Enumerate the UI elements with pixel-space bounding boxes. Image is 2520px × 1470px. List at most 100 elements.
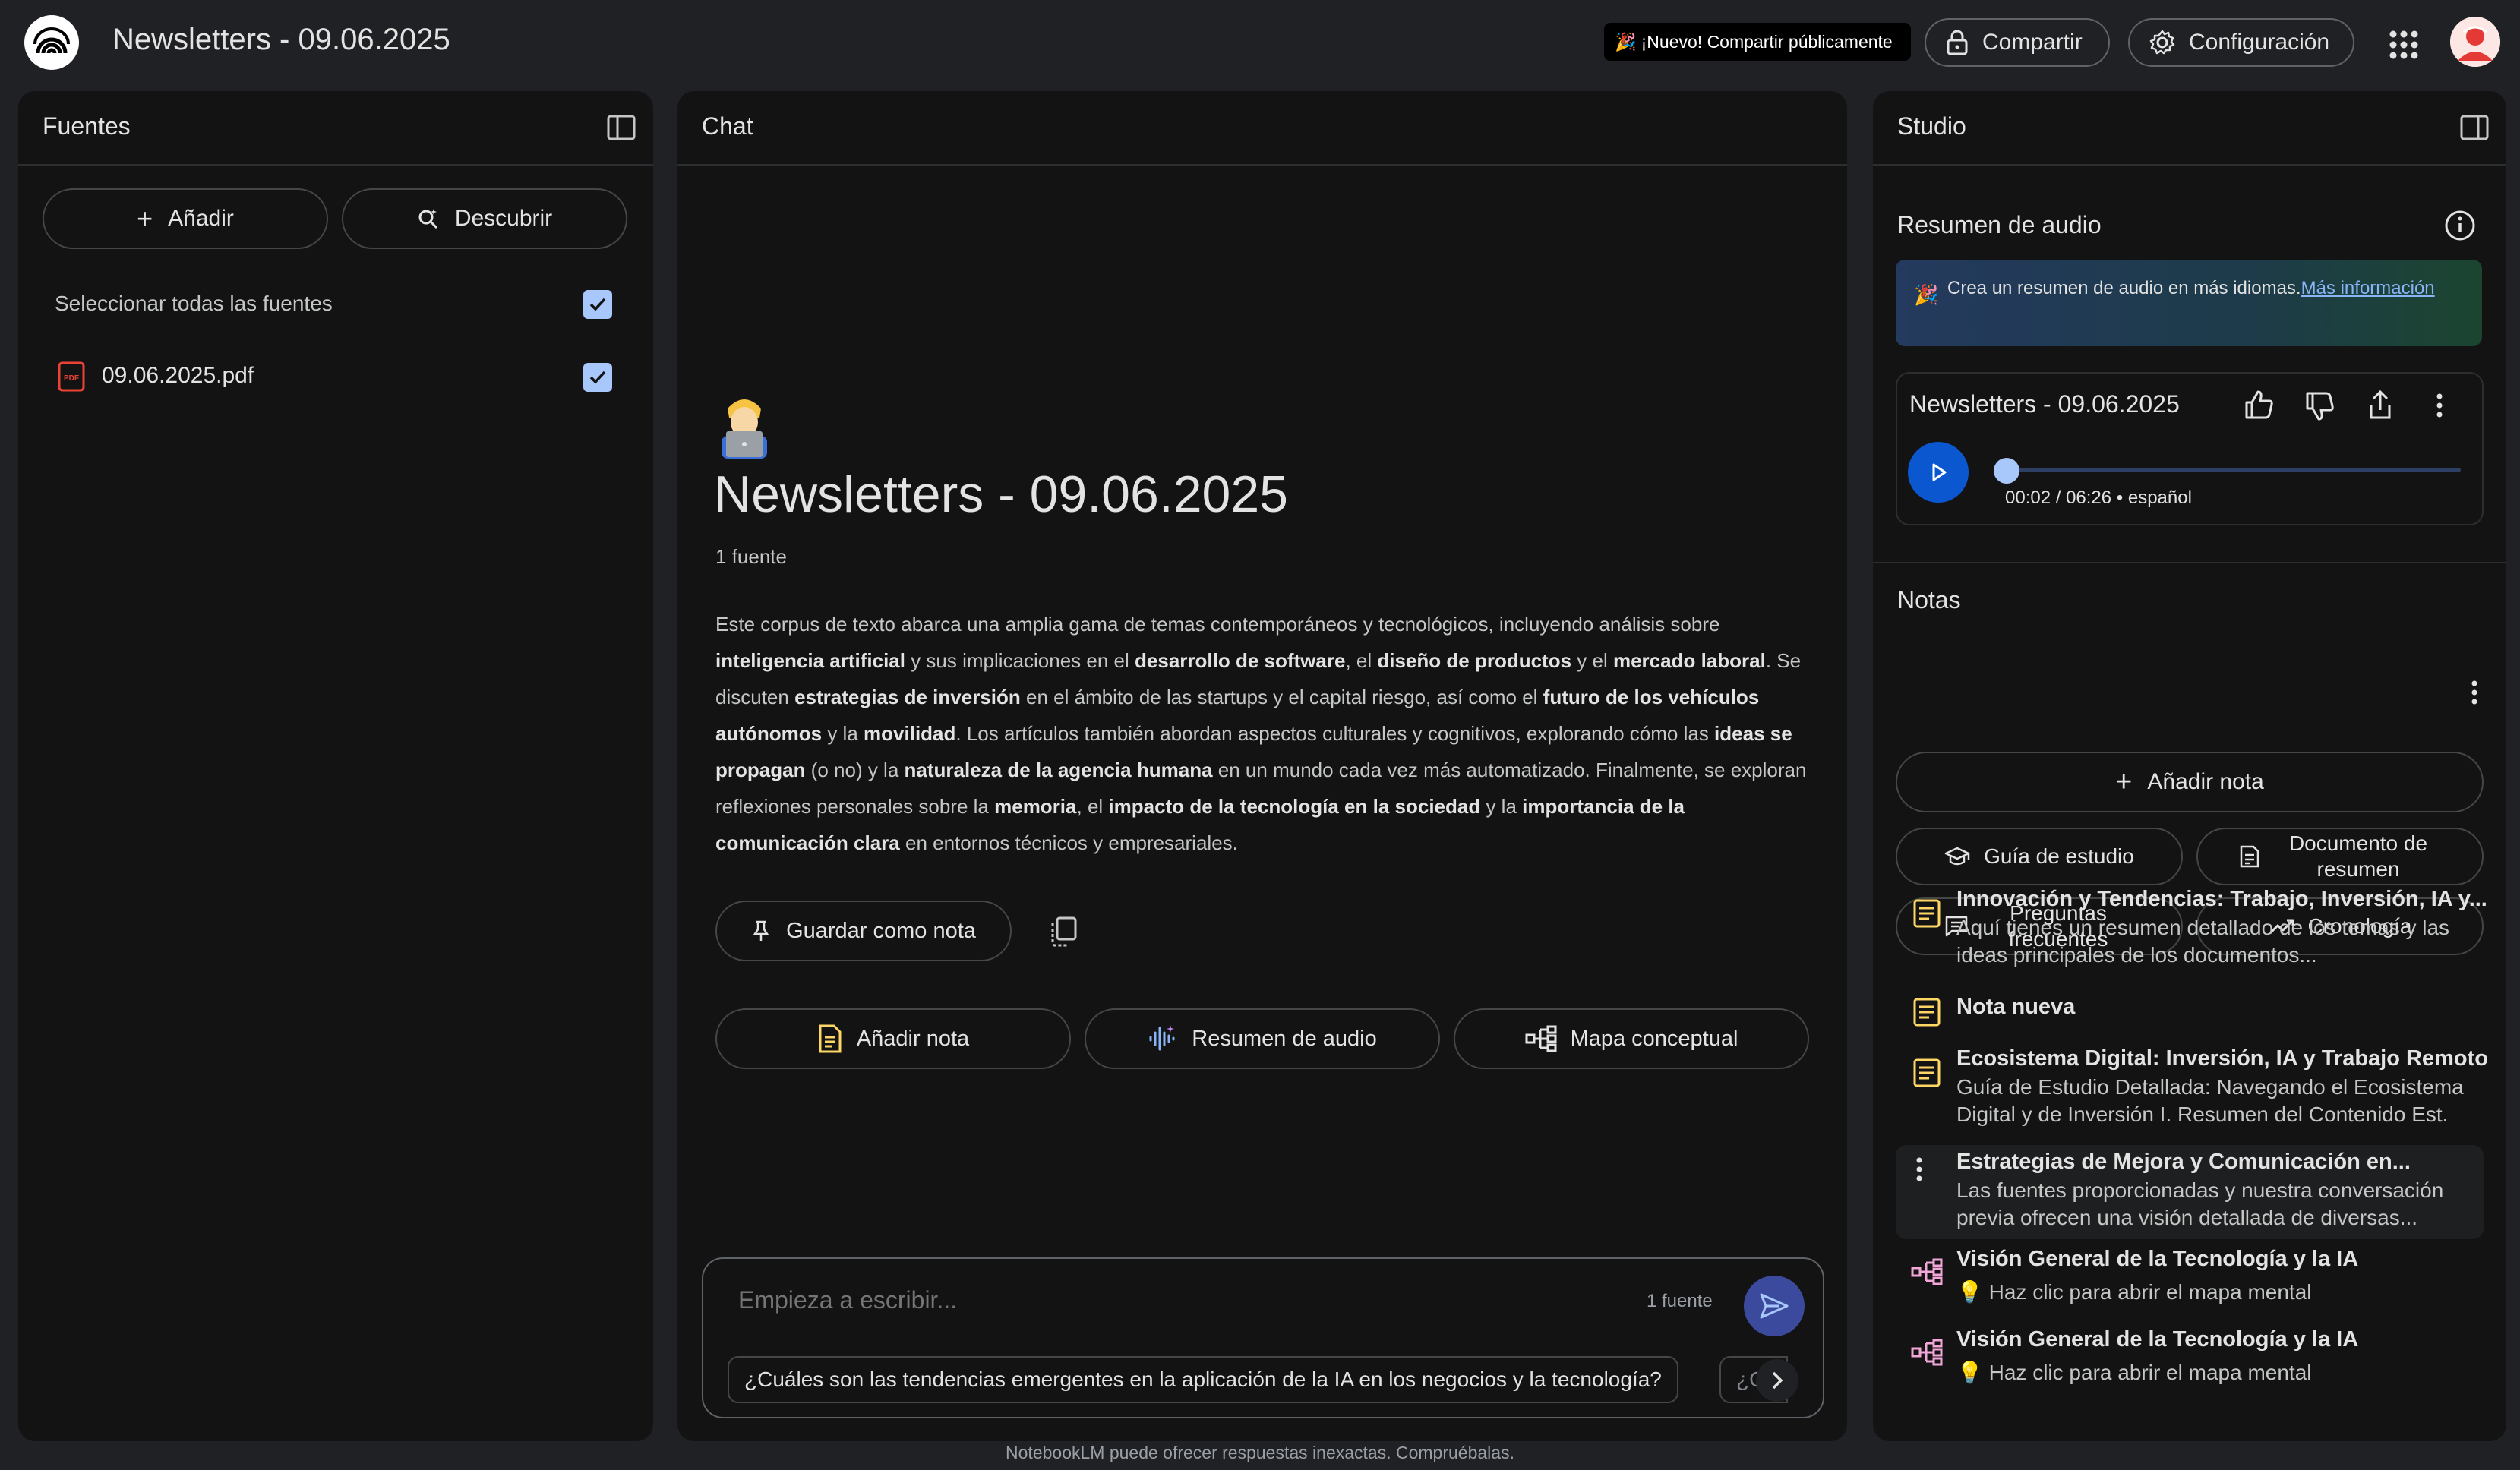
send-button[interactable] <box>1744 1276 1805 1336</box>
summary-text: y la <box>1480 795 1523 818</box>
user-avatar[interactable] <box>2450 17 2500 67</box>
notebook-title[interactable]: Newsletters - 09.06.2025 <box>112 23 450 57</box>
share-label: Compartir <box>1982 30 2083 55</box>
mind-map-note-item[interactable]: Visión General de la Tecnología y la IA … <box>1896 1327 2484 1396</box>
note-preview: Las fuentes proporcionadas y nuestra con… <box>1956 1178 2444 1229</box>
thumbs-down-icon[interactable] <box>2301 387 2338 424</box>
plus-icon: + <box>2115 766 2133 798</box>
settings-label: Configuración <box>2189 30 2330 55</box>
sources-panel: Fuentes + Añadir Descubrir Seleccionar t… <box>18 91 653 1441</box>
note-item[interactable]: Nota nueva <box>1896 995 2484 1040</box>
play-icon <box>1932 463 1947 481</box>
summary-keyword: diseño de productos <box>1377 649 1572 672</box>
more-info-link[interactable]: Más información <box>2301 278 2435 298</box>
notes-heading: Notas <box>1897 586 1961 614</box>
pin-icon <box>753 920 769 941</box>
promo-text: Crea un resumen de audio en más idiomas. <box>1947 278 2301 298</box>
settings-button[interactable]: Configuración <box>2128 18 2354 67</box>
new-share-publicly-badge[interactable]: 🎉 ¡Nuevo! Compartir públicamente <box>1604 23 1911 61</box>
source-item-name[interactable]: 09.06.2025.pdf <box>102 363 254 389</box>
play-button[interactable] <box>1908 442 1969 503</box>
info-icon[interactable] <box>2444 210 2476 241</box>
notebooklm-logo[interactable] <box>24 15 79 70</box>
summary-text: y el <box>1571 649 1613 672</box>
mind-map-note-item[interactable]: Visión General de la Tecnología y la IA … <box>1896 1247 2484 1315</box>
next-suggestions-button[interactable] <box>1756 1359 1798 1402</box>
notes-more-icon[interactable] <box>2468 677 2481 708</box>
technologist-emoji-icon <box>722 399 767 459</box>
note-title: Visión General de la Tecnología y la IA <box>1956 1327 2359 1352</box>
audio-progress-track[interactable] <box>1994 458 2461 484</box>
summary-doc-label: Documento de resumen <box>2288 831 2428 881</box>
note-title: Visión General de la Tecnología y la IA <box>1956 1247 2359 1271</box>
summary-text: en entornos técnicos y empresariales. <box>899 831 1238 854</box>
add-note-action-button[interactable]: Añadir nota <box>715 1008 1071 1069</box>
save-as-note-button[interactable]: Guardar como nota <box>715 901 1012 961</box>
summary-keyword: impacto de la tecnología en la sociedad <box>1108 795 1481 818</box>
section-divider <box>1873 562 2506 563</box>
thumbs-up-icon[interactable] <box>2241 387 2277 424</box>
discover-search-icon <box>418 209 437 229</box>
source-count-label: 1 fuente <box>715 545 787 568</box>
study-guide-button[interactable]: Guía de estudio <box>1896 828 2183 885</box>
audio-summary-action-button[interactable]: Resumen de audio <box>1085 1008 1440 1069</box>
save-as-note-label: Guardar como nota <box>786 918 976 943</box>
note-title: Innovación y Tendencias: Trabajo, Invers… <box>1956 887 2487 911</box>
notebook-summary: Este corpus de texto abarca una amplia g… <box>715 606 1820 861</box>
mind-map-icon <box>1525 1025 1557 1052</box>
lock-icon <box>1947 30 1968 55</box>
add-note-action-label: Añadir nota <box>856 1026 970 1051</box>
share-button[interactable]: Compartir <box>1925 18 2110 67</box>
party-icon: 🎉 <box>1615 31 1637 52</box>
mind-map-action-button[interactable]: Mapa conceptual <box>1454 1008 1809 1069</box>
suggested-question-chip[interactable]: ¿Cuáles son las tendencias emergentes en… <box>728 1356 1678 1403</box>
chat-input[interactable] <box>738 1286 1498 1314</box>
chat-panel-header: Chat <box>677 91 1847 166</box>
note-icon <box>819 1024 842 1053</box>
copy-icon[interactable] <box>1048 916 1078 948</box>
plus-icon: + <box>137 203 153 234</box>
summary-doc-button[interactable]: Documento de resumen <box>2196 828 2484 885</box>
note-item[interactable]: Innovación y Tendencias: Trabajo, Invers… <box>1896 887 2487 987</box>
mind-map-icon <box>1911 1258 1943 1285</box>
note-item[interactable]: Ecosistema Digital: Inversión, IA y Trab… <box>1896 1046 2488 1140</box>
source-item-checkbox[interactable] <box>583 363 612 392</box>
collapse-panel-icon[interactable] <box>2459 112 2490 143</box>
apps-grid-icon[interactable] <box>2385 26 2423 64</box>
add-source-button[interactable]: + Añadir <box>43 188 328 249</box>
add-note-label: Añadir nota <box>2147 769 2264 794</box>
new-badge-label: ¡Nuevo! Compartir públicamente <box>1641 31 1893 52</box>
chevron-right-icon <box>1772 1371 1783 1390</box>
notebook-heading: Newsletters - 09.06.2025 <box>714 465 1288 523</box>
studio-panel-header: Studio <box>1873 91 2506 166</box>
sources-panel-title: Fuentes <box>43 112 131 140</box>
checkmark-icon <box>589 371 606 384</box>
select-all-checkbox[interactable] <box>583 290 612 319</box>
note-preview: 💡 Haz clic para abrir el mapa mental <box>1956 1361 2312 1384</box>
checkmark-icon <box>589 298 606 311</box>
summary-text: en el ámbito de las startups y el capita… <box>1020 686 1543 708</box>
summary-keyword: desarrollo de software <box>1135 649 1346 672</box>
pdf-file-icon: PDF <box>58 361 85 392</box>
party-icon: 🎉 <box>1914 283 1939 306</box>
summary-text: y sus implicaciones en el <box>905 649 1135 672</box>
summary-text: . Los artículos también abordan aspectos… <box>955 722 1715 745</box>
discover-label: Descubrir <box>454 206 553 231</box>
discover-sources-button[interactable]: Descubrir <box>342 188 627 249</box>
more-options-icon[interactable] <box>2421 387 2458 424</box>
summary-keyword: memoria <box>994 795 1077 818</box>
audio-progress-thumb[interactable] <box>1994 458 2020 484</box>
note-icon <box>1913 1058 1941 1087</box>
note-item-hovered[interactable]: Estrategias de Mejora y Comunicación en.… <box>1896 1145 2484 1239</box>
chat-composer: 1 fuente ¿Cuáles son las tendencias emer… <box>702 1257 1824 1418</box>
audio-overview-card: Newsletters - 09.06.2025 00:02 / 06:26 •… <box>1896 372 2484 525</box>
share-icon[interactable] <box>2362 387 2398 424</box>
collapse-panel-icon[interactable] <box>606 112 636 143</box>
disclaimer-footer: NotebookLM puede ofrecer respuestas inex… <box>1006 1443 1514 1462</box>
add-note-button[interactable]: + Añadir nota <box>1896 752 2484 812</box>
summary-text: , el <box>1345 649 1378 672</box>
note-preview: Guía de Estudio Detallada: Navegando el … <box>1956 1075 2464 1126</box>
svg-text:PDF: PDF <box>64 374 79 383</box>
note-more-options-icon[interactable] <box>1912 1154 1926 1186</box>
send-icon <box>1760 1293 1789 1319</box>
